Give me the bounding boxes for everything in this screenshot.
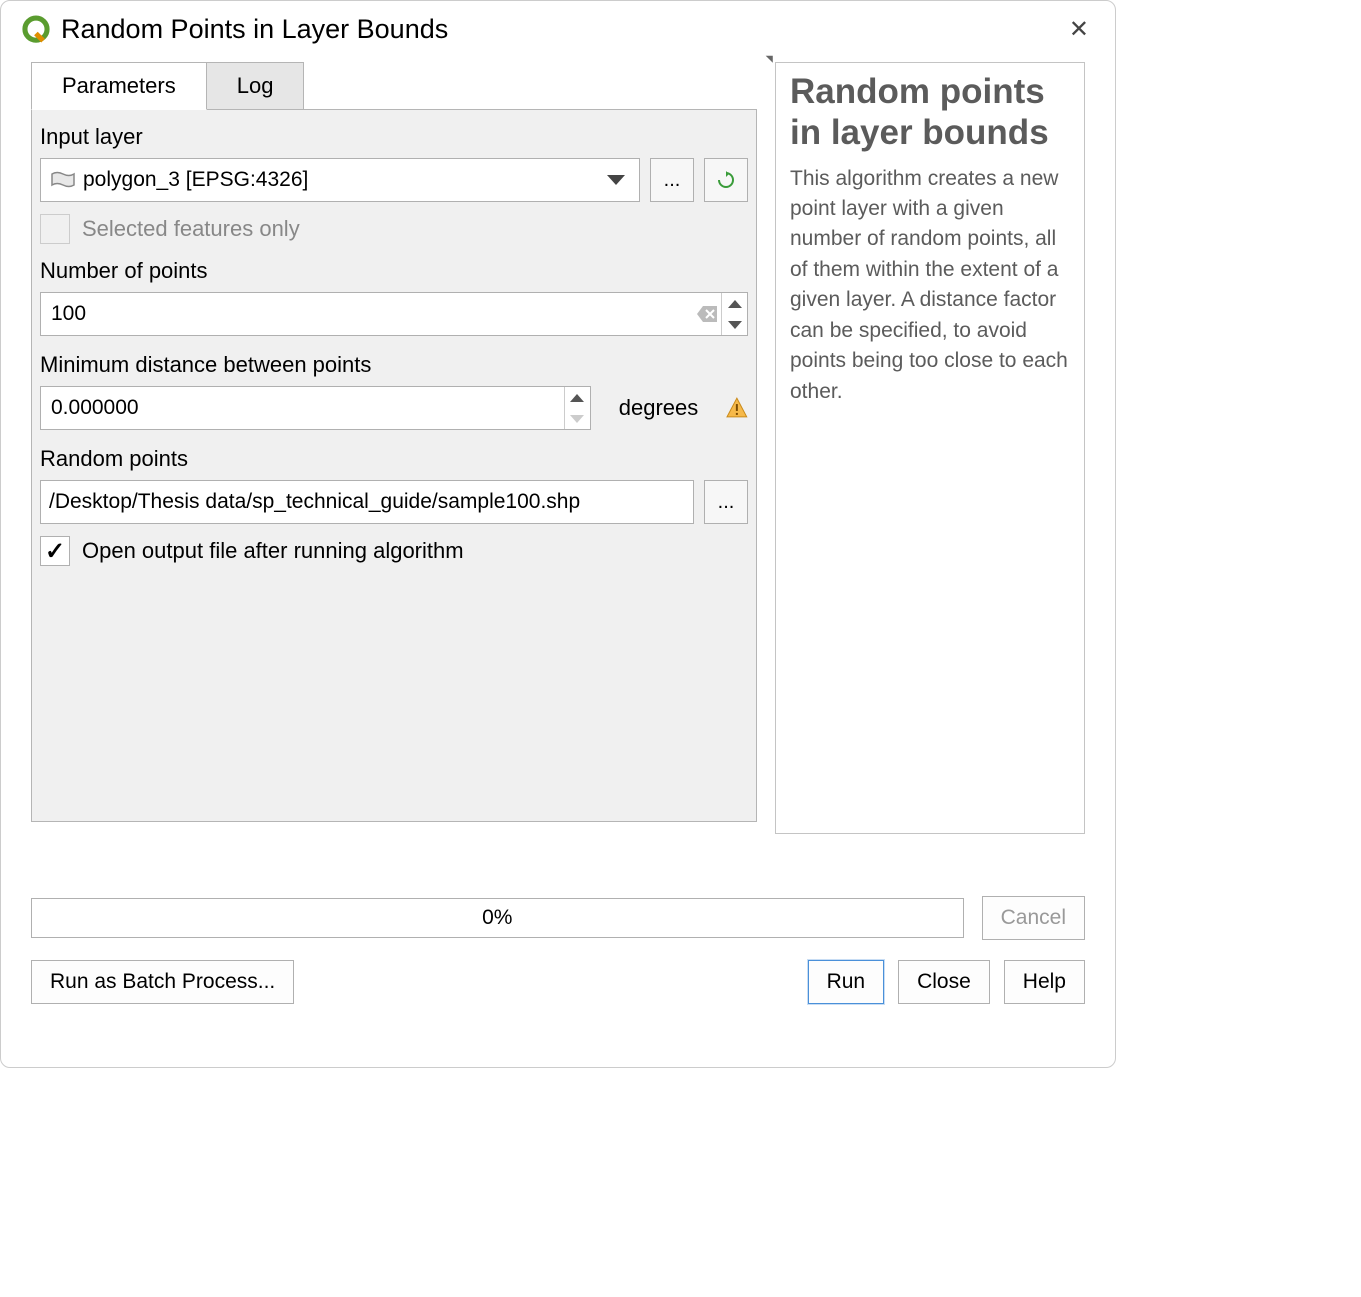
tab-parameters[interactable]: Parameters [31,62,207,110]
input-layer-browse-button[interactable]: ... [650,158,694,202]
close-icon[interactable]: ✕ [1061,11,1097,48]
min-dist-row: degrees [40,386,748,430]
iterate-icon [717,171,735,189]
input-layer-combo[interactable]: polygon_3 [EPSG:4326] [40,158,640,202]
min-dist-input[interactable] [41,387,564,429]
output-label: Random points [40,446,748,472]
left-column: Parameters Log Input layer polygon_3 [EP… [31,62,757,834]
open-after-row: ✓ Open output file after running algorit… [40,536,748,566]
open-after-label: Open output file after running algorithm [82,538,464,564]
qgis-logo-icon [19,13,53,47]
selected-only-checkbox [40,214,70,244]
input-layer-row: polygon_3 [EPSG:4326] ... [40,158,748,202]
help-panel: Random points in layer bounds This algor… [775,62,1085,834]
help-button[interactable]: Help [1004,960,1085,1004]
cancel-button: Cancel [982,896,1085,940]
content-area: Parameters Log Input layer polygon_3 [EP… [1,62,1115,834]
selected-only-label: Selected features only [82,216,300,242]
window-title: Random Points in Layer Bounds [61,14,1061,45]
min-dist-stepper[interactable] [564,387,590,429]
button-row: Run as Batch Process... Run Close Help [1,940,1115,1024]
min-dist-unit: degrees [619,395,699,421]
num-points-spinbox[interactable] [40,292,748,336]
open-after-checkbox[interactable]: ✓ [40,536,70,566]
polygon-icon [49,170,77,190]
input-layer-label: Input layer [40,124,748,150]
output-row: ... [40,480,748,524]
output-path-input[interactable] [40,480,694,524]
output-browse-button[interactable]: ... [704,480,748,524]
iterate-button[interactable] [704,158,748,202]
dialog-window: Random Points in Layer Bounds ✕ Paramete… [0,0,1116,1068]
num-points-label: Number of points [40,258,748,284]
button-increment[interactable] [722,293,747,314]
warning-icon [726,397,748,419]
progress-row: 0% Cancel [1,896,1115,940]
chevron-down-icon [607,175,625,185]
titlebar: Random Points in Layer Bounds ✕ [1,1,1115,62]
input-layer-value: polygon_3 [EPSG:4326] [83,168,601,192]
min-dist-label: Minimum distance between points [40,352,748,378]
help-title: Random points in layer bounds [790,71,1070,154]
parameters-panel: Input layer polygon_3 [EPSG:4326] ... [31,109,757,822]
min-dist-spinbox[interactable] [40,386,591,430]
run-button[interactable]: Run [808,960,885,1004]
tab-bar: Parameters Log [31,62,757,110]
batch-button[interactable]: Run as Batch Process... [31,960,294,1004]
tab-log[interactable]: Log [206,62,305,110]
progress-bar: 0% [31,898,964,938]
num-points-stepper[interactable] [721,293,747,335]
selected-only-row: Selected features only [40,214,748,244]
button-increment[interactable] [565,387,590,408]
help-description: This algorithm creates a new point layer… [790,164,1070,408]
button-decrement[interactable] [722,314,747,335]
clear-icon[interactable] [693,293,721,335]
num-points-input[interactable] [41,293,693,335]
checkmark-icon: ✓ [45,537,65,566]
button-decrement [565,408,590,429]
close-button[interactable]: Close [898,960,990,1004]
progress-text: 0% [482,906,512,930]
